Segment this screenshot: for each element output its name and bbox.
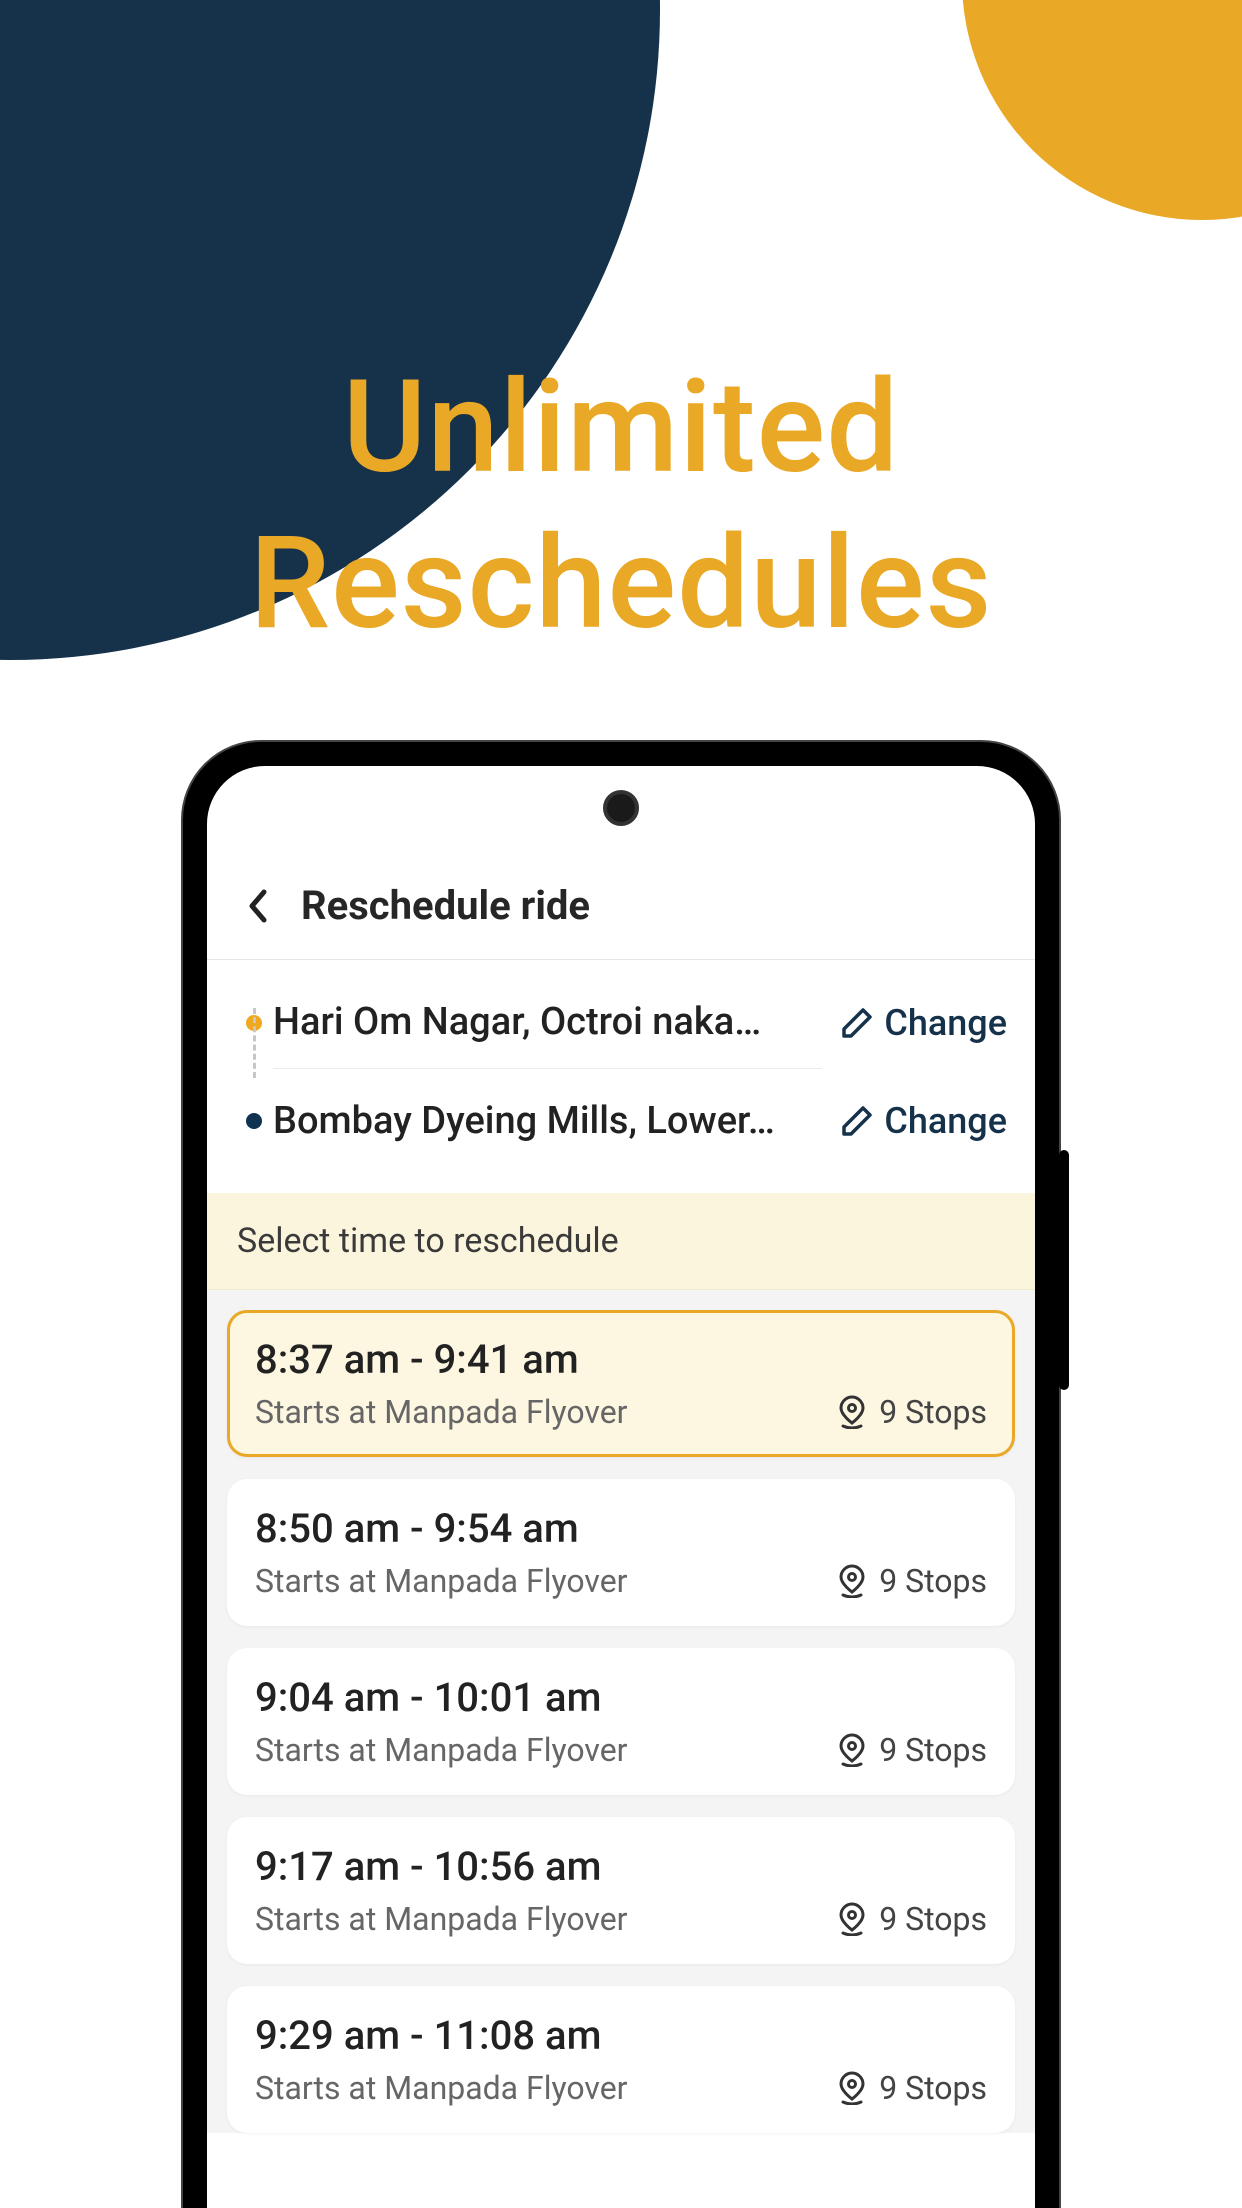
slot-time: 8:50 am - 9:54 am <box>255 1505 987 1552</box>
slot-time: 9:17 am - 10:56 am <box>255 1843 987 1890</box>
slot-detail-row: Starts at Manpada Flyover 9 Stops <box>255 1900 987 1938</box>
time-slot[interactable]: 9:17 am - 10:56 am Starts at Manpada Fly… <box>227 1817 1015 1964</box>
headline-line-1: Unlimited <box>0 350 1242 506</box>
slot-start-location: Starts at Manpada Flyover <box>255 1562 628 1600</box>
phone-side-button <box>1059 1150 1069 1390</box>
slot-detail-row: Starts at Manpada Flyover 9 Stops <box>255 1731 987 1769</box>
slot-start-location: Starts at Manpada Flyover <box>255 2069 628 2107</box>
slot-stops: 9 Stops <box>837 1731 987 1769</box>
route-connector-line <box>253 1008 256 1078</box>
route-destination-text: Bombay Dyeing Mills, Lower… <box>273 1075 822 1167</box>
slot-stops-count: 9 Stops <box>879 1731 987 1769</box>
change-destination-label: Change <box>884 1100 1007 1142</box>
phone-screen: Reschedule ride Hari Om Nagar, Octroi na… <box>207 766 1035 2208</box>
select-time-banner: Select time to reschedule <box>207 1193 1035 1290</box>
slot-start-location: Starts at Manpada Flyover <box>255 1900 628 1938</box>
slot-stops: 9 Stops <box>837 1900 987 1938</box>
map-pin-icon <box>837 2071 867 2105</box>
slot-stops: 9 Stops <box>837 1393 987 1431</box>
slot-time: 9:29 am - 11:08 am <box>255 2012 987 2059</box>
change-origin-label: Change <box>884 1002 1007 1044</box>
slot-detail-row: Starts at Manpada Flyover 9 Stops <box>255 2069 987 2107</box>
phone-mockup: Reschedule ride Hari Om Nagar, Octroi na… <box>181 740 1061 2208</box>
slot-stops: 9 Stops <box>837 2069 987 2107</box>
route-dest-dot-col <box>235 1113 273 1129</box>
map-pin-icon <box>837 1902 867 1936</box>
map-pin-icon <box>837 1564 867 1598</box>
chevron-left-icon <box>246 888 268 924</box>
slot-stops: 9 Stops <box>837 1562 987 1600</box>
slot-stops-count: 9 Stops <box>879 1562 987 1600</box>
time-slot[interactable]: 9:04 am - 10:01 am Starts at Manpada Fly… <box>227 1648 1015 1795</box>
time-slot[interactable]: 8:50 am - 9:54 am Starts at Manpada Flyo… <box>227 1479 1015 1626</box>
pencil-icon <box>840 1104 874 1138</box>
slot-detail-row: Starts at Manpada Flyover 9 Stops <box>255 1393 987 1431</box>
destination-dot-icon <box>246 1113 262 1129</box>
slot-stops-count: 9 Stops <box>879 1393 987 1431</box>
change-origin-button[interactable]: Change <box>822 1002 1007 1044</box>
change-destination-button[interactable]: Change <box>822 1100 1007 1142</box>
time-slot[interactable]: 8:37 am - 9:41 am Starts at Manpada Flyo… <box>227 1310 1015 1457</box>
back-button[interactable] <box>237 886 277 926</box>
slot-time: 9:04 am - 10:01 am <box>255 1674 987 1721</box>
slot-time: 8:37 am - 9:41 am <box>255 1336 987 1383</box>
slot-detail-row: Starts at Manpada Flyover 9 Stops <box>255 1562 987 1600</box>
slot-start-location: Starts at Manpada Flyover <box>255 1731 628 1769</box>
app-content: Reschedule ride Hari Om Nagar, Octroi na… <box>207 766 1035 2133</box>
background-yellow-shape <box>962 0 1242 220</box>
map-pin-icon <box>837 1733 867 1767</box>
page-title: Reschedule ride <box>301 882 590 929</box>
phone-camera-dot <box>603 790 639 826</box>
slot-stops-count: 9 Stops <box>879 2069 987 2107</box>
app-header: Reschedule ride <box>207 858 1035 960</box>
promo-headline: Unlimited Reschedules <box>0 350 1242 662</box>
slot-stops-count: 9 Stops <box>879 1900 987 1938</box>
time-slot[interactable]: 9:29 am - 11:08 am Starts at Manpada Fly… <box>227 1986 1015 2133</box>
slot-start-location: Starts at Manpada Flyover <box>255 1393 628 1431</box>
pencil-icon <box>840 1006 874 1040</box>
route-origin-row: Hari Om Nagar, Octroi naka… Change <box>235 976 1007 1069</box>
headline-line-2: Reschedules <box>0 506 1242 662</box>
map-pin-icon <box>837 1395 867 1429</box>
time-slots-list: 8:37 am - 9:41 am Starts at Manpada Flyo… <box>207 1290 1035 2133</box>
route-block: Hari Om Nagar, Octroi naka… Change Bomba… <box>207 960 1035 1193</box>
route-origin-text: Hari Om Nagar, Octroi naka… <box>273 976 822 1069</box>
route-destination-row: Bombay Dyeing Mills, Lower… Change <box>235 1075 1007 1167</box>
